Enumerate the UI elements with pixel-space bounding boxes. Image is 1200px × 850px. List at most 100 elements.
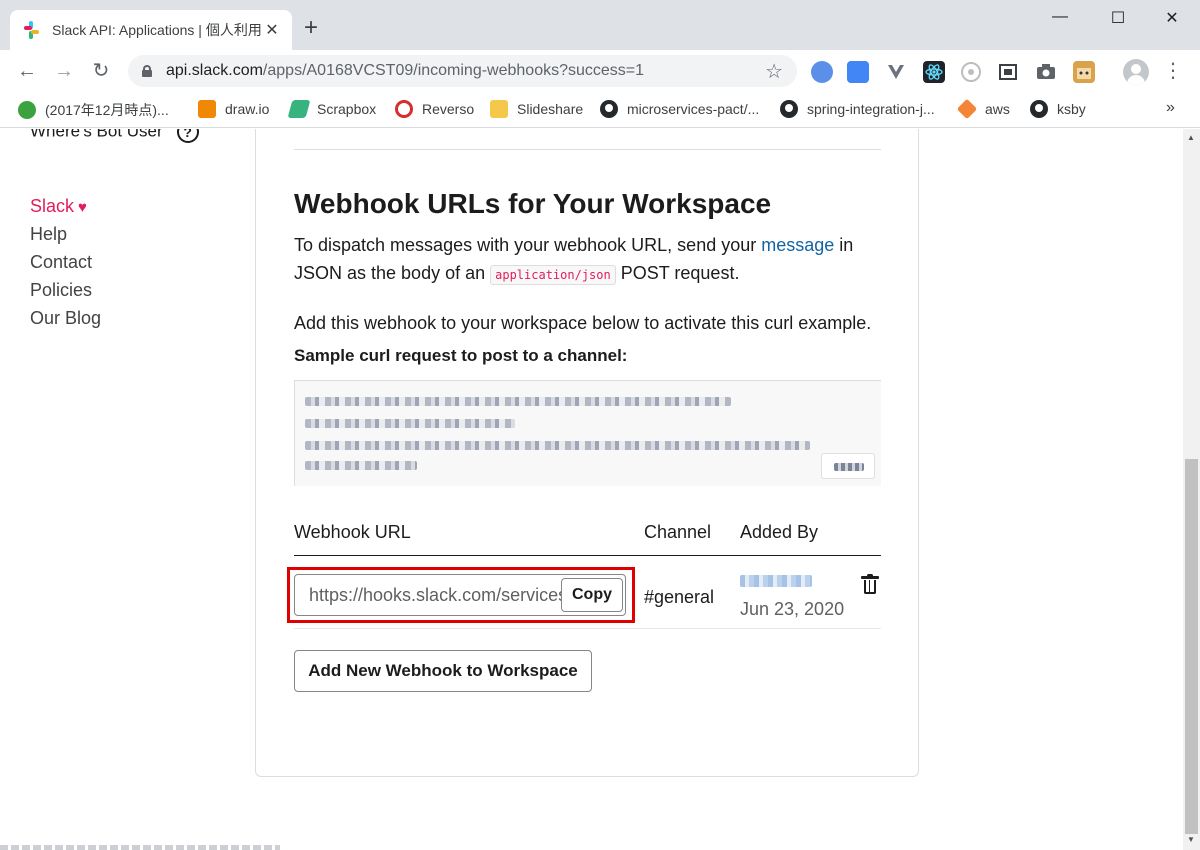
sidebar-link-help[interactable]: Help — [30, 224, 67, 245]
webhooks-card: Webhook URLs for Your Workspace To dispa… — [255, 129, 919, 777]
message-link[interactable]: message — [761, 235, 834, 255]
bookmark-label: Slideshare — [517, 101, 584, 117]
bookmark-item[interactable]: draw.io — [198, 100, 269, 118]
column-header-channel: Channel — [644, 522, 712, 542]
redacted-username — [740, 575, 812, 587]
github-icon — [780, 100, 798, 118]
github-icon — [1030, 100, 1048, 118]
trash-icon[interactable] — [861, 574, 879, 594]
code-copy-button[interactable] — [821, 453, 875, 479]
maximize-button[interactable]: ☐ — [1098, 8, 1138, 28]
forward-button[interactable]: → — [51, 59, 77, 85]
sidebar-link-label: Slack — [30, 196, 75, 216]
tampermonkey-icon[interactable] — [1073, 61, 1095, 83]
vuejs-devtools-icon[interactable] — [885, 61, 907, 83]
scroll-up-arrow-icon[interactable]: ▲ — [1187, 133, 1195, 142]
bookmark-label: spring-integration-j... — [807, 101, 935, 117]
bookmark-star-icon[interactable]: ☆ — [765, 59, 783, 84]
url-path: /apps/A0168VCST09/incoming-webhooks?succ… — [262, 62, 645, 79]
help-circle-icon[interactable]: ? — [176, 129, 199, 143]
bookmark-item[interactable]: spring-integration-j... — [780, 100, 935, 118]
bookmark-label: ksby — [1057, 101, 1086, 117]
new-tab-button[interactable]: + — [304, 16, 318, 40]
page-viewport: Where's Bot User? Slack ♥ Help Contact Po… — [0, 129, 1183, 850]
back-button[interactable]: ← — [14, 59, 40, 85]
heart-icon: ♥ — [78, 199, 87, 216]
table-header-rule — [294, 555, 881, 556]
bookmark-label: Scrapbox — [317, 101, 377, 117]
sidebar-link-blog[interactable]: Our Blog — [30, 308, 101, 329]
bookmark-item[interactable]: Reverso — [395, 100, 474, 118]
google-translate-icon[interactable] — [847, 61, 869, 83]
bookmark-item[interactable]: microservices-pact/... — [600, 100, 759, 118]
tab-close-icon[interactable]: ✕ — [264, 20, 280, 40]
divider — [294, 149, 881, 150]
reload-button[interactable]: ↻ — [88, 59, 114, 85]
enhancer-icon[interactable] — [811, 61, 833, 83]
inline-code: application/json — [490, 265, 616, 285]
folder-icon — [490, 100, 508, 118]
window-close-button[interactable]: ✕ — [1152, 8, 1192, 28]
aws-cube-icon — [956, 98, 978, 120]
paragraph-text: To dispatch messages with your webhook U… — [294, 235, 762, 255]
green-leaf-icon — [18, 101, 36, 119]
curl-code-block — [294, 380, 881, 486]
bookmark-item[interactable]: ksby — [1030, 100, 1086, 118]
redacted-footer-text — [0, 845, 280, 850]
profile-avatar-icon[interactable] — [1123, 59, 1149, 85]
browser-menu-icon[interactable]: ⋮ — [1163, 60, 1183, 82]
react-devtools-icon[interactable] — [923, 61, 945, 83]
bookmark-item[interactable]: Scrapbox — [287, 100, 377, 118]
sample-curl-label: Sample curl request to post to a channel… — [294, 346, 628, 365]
slack-logo-icon — [22, 21, 40, 39]
bookmark-item[interactable]: aws — [956, 98, 1010, 120]
scroll-down-arrow-icon[interactable]: ▼ — [1187, 835, 1195, 844]
bookmark-item[interactable]: Slideshare — [490, 100, 583, 118]
sidebar-link-policies[interactable]: Policies — [30, 280, 92, 301]
highlight-annotation — [287, 567, 635, 623]
bookmark-label: aws — [985, 101, 1010, 117]
redacted-code-line — [305, 419, 515, 428]
bookmarks-overflow-button[interactable]: » — [1166, 99, 1175, 117]
bookmark-item[interactable]: (2017年12月時点)... — [18, 100, 169, 120]
minimize-button[interactable]: — — [1040, 8, 1080, 28]
camera-icon[interactable] — [1035, 61, 1057, 83]
browser-tab[interactable]: Slack API: Applications | 個人利用 ✕ — [10, 10, 292, 50]
sidebar-item-label: Where's Bot User — [30, 129, 163, 141]
address-bar[interactable]: api.slack.com/apps/A0168VCST09/incoming-… — [128, 55, 797, 87]
bookmark-label: microservices-pact/... — [627, 101, 760, 117]
sidebar-link-slack[interactable]: Slack ♥ — [30, 196, 87, 217]
bookmark-label: (2017年12月時点)... — [45, 102, 169, 118]
drawio-icon — [198, 100, 216, 118]
tab-title: Slack API: Applications | 個人利用 — [52, 22, 262, 38]
activate-paragraph: Add this webhook to your workspace below… — [294, 313, 872, 333]
scrapbox-icon — [287, 100, 311, 118]
tab-strip: Slack API: Applications | 個人利用 ✕ + — ☐ ✕ — [0, 0, 1200, 50]
scroll-thumb[interactable] — [1185, 459, 1198, 834]
page-scrollbar[interactable]: ▲ ▼ — [1183, 129, 1200, 850]
lighthouse-icon[interactable] — [960, 61, 982, 83]
sidebar-link-contact[interactable]: Contact — [30, 252, 92, 273]
redacted-code-line — [305, 441, 810, 450]
redacted-code-line — [305, 461, 417, 470]
github-icon — [600, 100, 618, 118]
dispatch-paragraph: To dispatch messages with your webhook U… — [294, 231, 884, 289]
paragraph-text: POST request. — [615, 263, 740, 283]
column-header-webhook-url: Webhook URL — [294, 522, 411, 542]
add-new-webhook-button[interactable]: Add New Webhook to Workspace — [294, 650, 592, 692]
url-host: api.slack.com — [166, 62, 263, 79]
column-header-added-by: Added By — [740, 522, 819, 542]
bookmarks-bar: (2017年12月時点)... draw.io Scrapbox Reverso… — [0, 92, 1200, 128]
channel-cell: #general — [644, 587, 715, 607]
lock-icon[interactable] — [142, 65, 152, 77]
added-date: Jun 23, 2020 — [740, 599, 845, 619]
screen-capture-icon[interactable] — [997, 61, 1019, 83]
table-row-rule — [294, 628, 881, 629]
browser-toolbar: ← → ↻ api.slack.com/apps/A0168VCST09/inc… — [0, 50, 1200, 92]
redacted-code-line — [305, 397, 731, 406]
reverso-icon — [395, 100, 413, 118]
section-title: Webhook URLs for Your Workspace — [294, 188, 772, 219]
bookmark-label: draw.io — [225, 101, 270, 117]
bookmark-label: Reverso — [422, 101, 475, 117]
sidebar-item-bot-user[interactable]: Where's Bot User? — [30, 129, 199, 143]
